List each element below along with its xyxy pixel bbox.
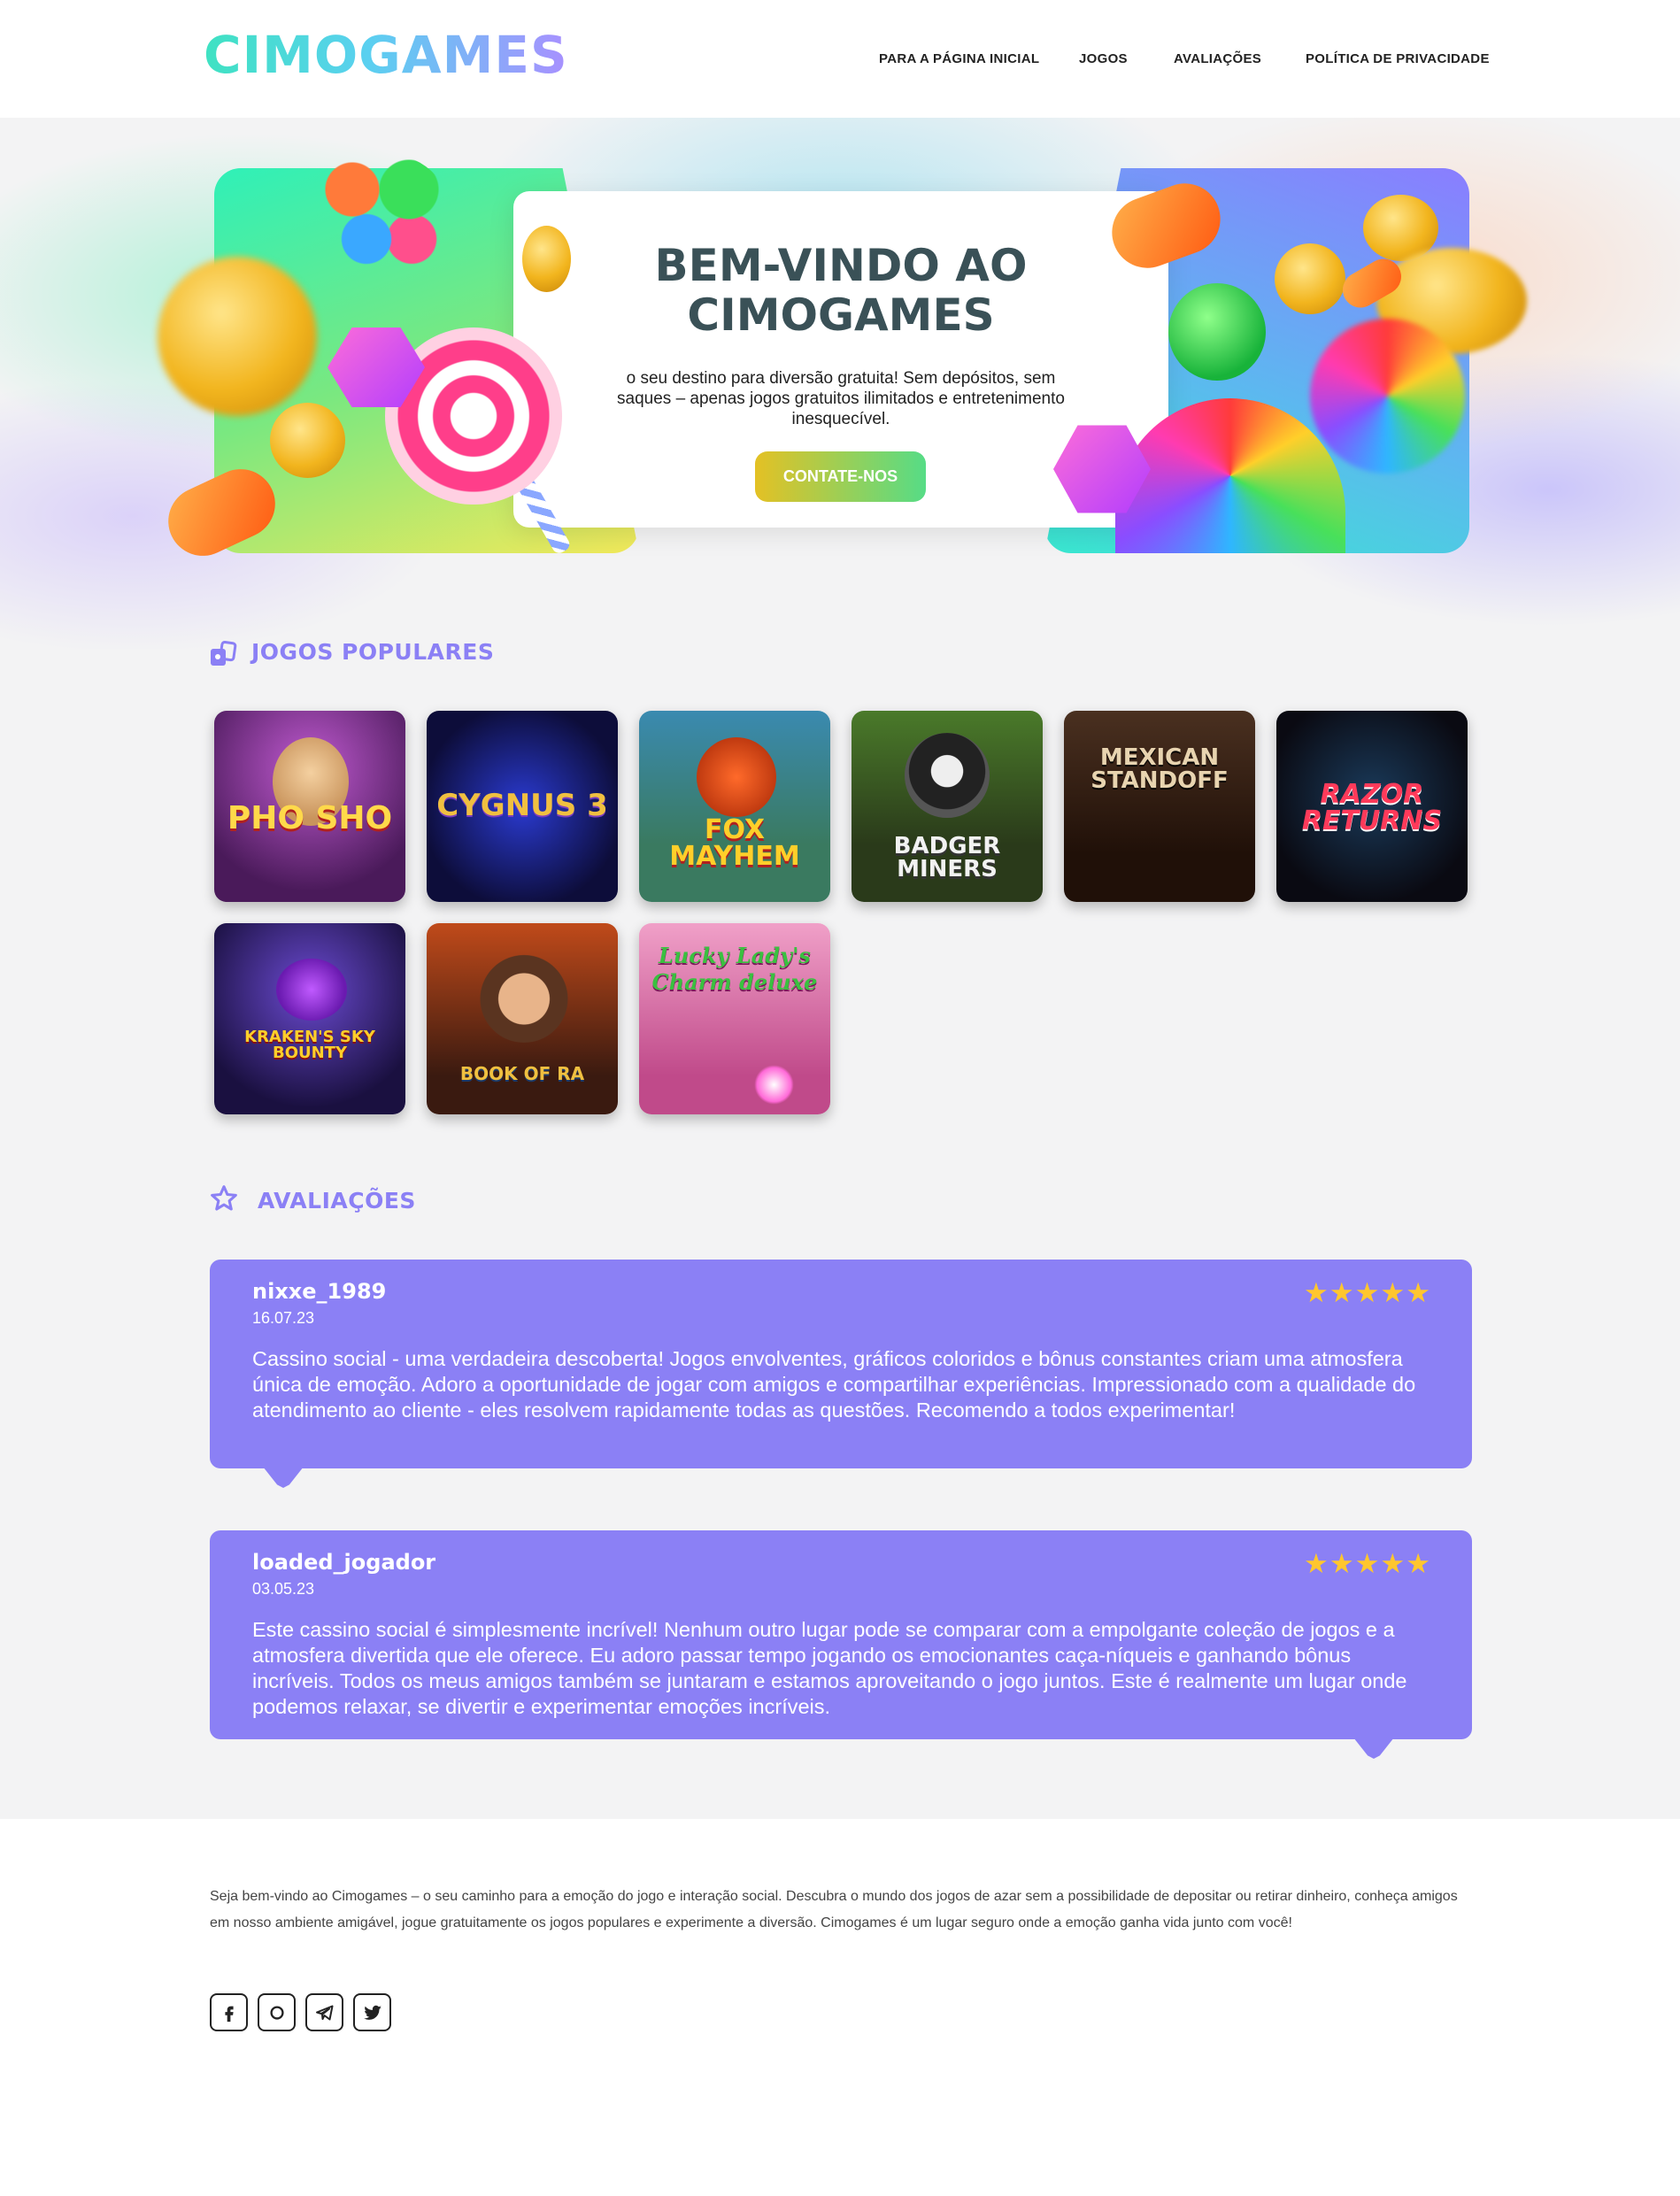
green-candy-icon	[1168, 283, 1266, 381]
nav-games[interactable]: JOGOS	[1079, 51, 1128, 66]
game-tile-lucky-ladys-charm[interactable]: Lucky Lady's Charm deluxe	[639, 923, 830, 1114]
explorer-icon	[475, 945, 573, 1043]
reviews-title: AVALIAÇÕES	[258, 1188, 416, 1214]
coin-icon	[522, 226, 571, 292]
popular-games-title: JOGOS POPULARES	[251, 639, 495, 665]
game-title: KRAKEN'S SKY BOUNTY	[244, 1028, 375, 1062]
contact-button[interactable]: CONTATE-NOS	[755, 451, 926, 502]
cards-icon	[211, 641, 237, 666]
game-title: BADGER MINERS	[893, 833, 1001, 882]
review-text: Este cassino social é simplesmente incrí…	[252, 1618, 1407, 1718]
site-footer	[0, 1819, 1680, 2196]
nav-privacy-policy[interactable]: POLÍTICA DE PRIVACIDADE	[1306, 51, 1490, 66]
fox-icon	[697, 737, 776, 817]
rating-stars-icon: ★★★★★	[1304, 1277, 1431, 1309]
game-tile-krakens-sky-bounty[interactable]: KRAKEN'S SKY BOUNTY	[214, 923, 405, 1114]
game-tile-cygnus-3[interactable]: CYGNUS 3	[427, 711, 618, 902]
badger-icon	[905, 733, 990, 818]
site-header: CIMOGAMES PARA A PÁGINA INICIAL JOGOS AV…	[0, 0, 1680, 118]
instagram-icon[interactable]	[258, 1993, 296, 2031]
game-title: MEXICAN STANDOFF	[1090, 744, 1229, 794]
nav-home[interactable]: PARA A PÁGINA INICIAL	[879, 51, 1039, 66]
kraken-icon	[276, 959, 347, 1021]
game-tile-mexican-standoff[interactable]: MEXICAN STANDOFF	[1064, 711, 1255, 902]
rating-stars-icon: ★★★★★	[1304, 1548, 1431, 1580]
rainbow-lollipop-icon	[1310, 319, 1465, 474]
telegram-icon[interactable]	[305, 1993, 343, 2031]
crystal-ball-icon	[754, 1065, 794, 1105]
review-date: 03.05.23	[252, 1580, 315, 1598]
twitter-icon[interactable]	[353, 1993, 391, 2031]
game-title: RAZOR RETURNS	[1301, 779, 1443, 836]
review-text: Cassino social - uma verdadeira descober…	[252, 1347, 1416, 1422]
review-author: loaded_jogador	[252, 1550, 436, 1575]
nav-reviews[interactable]: AVALIAÇÕES	[1174, 51, 1261, 66]
hero-subtitle: o seu destino para diversão gratuita! Se…	[617, 369, 1065, 428]
game-title: BOOK OF RA	[459, 1063, 585, 1084]
review-date: 16.07.23	[252, 1309, 315, 1327]
review-card: nixxe_1989 16.07.23 ★★★★★ Cassino social…	[210, 1260, 1472, 1488]
jellybeans-icon	[310, 152, 451, 276]
game-title: Lucky Lady's Charm deluxe	[651, 943, 818, 995]
site-logo[interactable]: CIMOGAMES	[204, 25, 568, 85]
game-tile-pho-sho[interactable]: PHO SHO	[214, 711, 405, 902]
game-tile-book-of-ra[interactable]: BOOK OF RA	[427, 923, 618, 1114]
coin-icon	[158, 257, 317, 416]
game-tile-fox-mayhem[interactable]: FOX MAYHEM	[639, 711, 830, 902]
footer-description: Seja bem-vindo ao Cimogames – o seu cami…	[210, 1889, 1458, 1930]
review-card: loaded_jogador 03.05.23 ★★★★★ Este cassi…	[210, 1530, 1472, 1759]
game-tile-badger-miners[interactable]: BADGER MINERS	[852, 711, 1043, 902]
star-outline-icon	[211, 1185, 237, 1211]
game-title: PHO SHO	[227, 800, 393, 836]
game-tile-razor-returns[interactable]: RAZOR RETURNS	[1276, 711, 1468, 902]
coin-icon	[1275, 243, 1345, 314]
game-title: FOX MAYHEM	[669, 814, 800, 872]
coin-icon	[270, 403, 345, 478]
hero-title: BEM-VINDO AO CIMOGAMES	[654, 240, 1028, 341]
review-author: nixxe_1989	[252, 1279, 387, 1304]
facebook-icon[interactable]	[210, 1993, 248, 2031]
game-title: CYGNUS 3	[436, 788, 608, 823]
